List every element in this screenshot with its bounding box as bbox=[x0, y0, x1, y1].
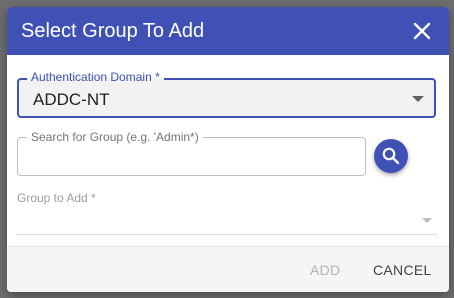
search-button[interactable] bbox=[374, 139, 408, 173]
group-to-add-label: Group to Add * bbox=[17, 191, 96, 205]
group-search-label: Search for Group (e.g. 'Admin*) bbox=[27, 130, 203, 144]
dropdown-arrow-icon bbox=[422, 218, 432, 223]
group-to-add-select[interactable] bbox=[17, 207, 436, 235]
dialog-header: Select Group To Add bbox=[7, 7, 449, 55]
dropdown-arrow-icon bbox=[412, 96, 424, 102]
cancel-button[interactable]: CANCEL bbox=[373, 262, 432, 278]
dialog-title: Select Group To Add bbox=[21, 20, 205, 42]
close-icon bbox=[413, 22, 431, 40]
authentication-domain-select[interactable]: ADDC-NT bbox=[17, 78, 436, 118]
dialog-actions: ADD CANCEL bbox=[7, 246, 449, 292]
select-group-dialog: Select Group To Add ADDC-NT Authenticati… bbox=[7, 7, 449, 292]
search-icon bbox=[382, 147, 400, 165]
close-button[interactable] bbox=[409, 18, 435, 44]
authentication-domain-value: ADDC-NT bbox=[33, 90, 110, 109]
add-button[interactable]: ADD bbox=[310, 262, 340, 278]
authentication-domain-label: Authentication Domain * bbox=[27, 70, 164, 84]
